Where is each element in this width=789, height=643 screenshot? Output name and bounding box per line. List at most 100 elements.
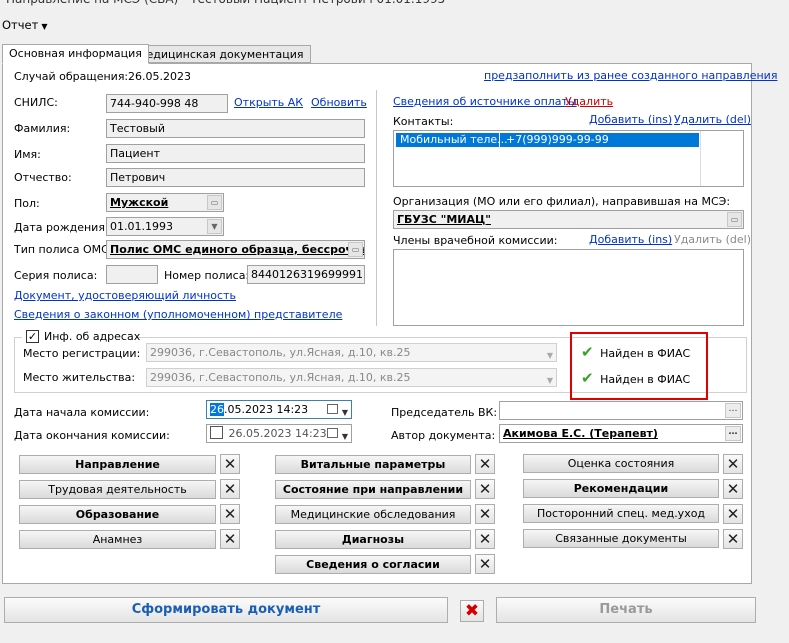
id-document-link[interactable]: Документ, удостоверяющий личность: [14, 289, 236, 302]
surname-label: Фамилия:: [14, 122, 71, 135]
section-button-assessment[interactable]: Оценка состояния: [523, 454, 719, 473]
section-button-condition[interactable]: Состояние при направлении: [275, 480, 471, 499]
dropdown-icon[interactable]: ▭: [348, 242, 363, 257]
representative-link[interactable]: Сведения о законном (уполномоченном) пре…: [14, 308, 342, 321]
refresh-link[interactable]: Обновить: [311, 96, 367, 109]
close-icon[interactable]: ✕: [723, 454, 743, 474]
list-item[interactable]: Мобильный теле... +7(999)999-99-99: [396, 133, 699, 147]
section-button-related-docs[interactable]: Связанные документы: [523, 529, 719, 548]
residence-value: 299036, г.Севастополь, ул.Ясная, д.10, к…: [150, 371, 411, 384]
dropdown-icon[interactable]: ▭: [727, 212, 742, 227]
residence-label: Место жительства:: [23, 371, 136, 384]
close-icon[interactable]: ✕: [475, 479, 495, 499]
patronymic-field[interactable]: Петрович: [106, 168, 365, 187]
policy-series-field[interactable]: [106, 265, 158, 284]
section-button-diagnoses[interactable]: Диагнозы: [275, 530, 471, 549]
policy-type-select[interactable]: Полис ОМС единого образца, бессрочны ▭: [106, 240, 365, 259]
chevron-down-icon[interactable]: ▼: [547, 348, 553, 361]
fias-status-text: Найден в ФИАС: [600, 347, 691, 360]
calendar-icon[interactable]: [327, 428, 338, 438]
start-date-rest: .05.2023 14:23: [224, 403, 309, 416]
close-icon[interactable]: ✕: [475, 504, 495, 524]
payment-source-link[interactable]: Сведения об источнике оплаты: [393, 95, 577, 108]
tab-medical-docs[interactable]: Медицинская документация: [130, 45, 311, 63]
start-date-field[interactable]: 26.05.2023 14:23 ▼: [206, 400, 352, 419]
prefill-link[interactable]: предзаполнить из ранее созданного направ…: [484, 69, 777, 82]
tab-main-info[interactable]: Основная информация: [2, 44, 149, 64]
generate-document-button[interactable]: Сформировать документ: [4, 597, 448, 623]
section-button-consent[interactable]: Сведения о согласии: [275, 555, 471, 574]
registration-value: 299036, г.Севастополь, ул.Ясная, д.10, к…: [150, 346, 411, 359]
close-icon[interactable]: ✕: [723, 529, 743, 549]
main-panel: Случай обращения: 26.05.2023 предзаполни…: [2, 63, 777, 584]
contacts-label: Контакты:: [393, 115, 454, 128]
checkbox-icon[interactable]: [210, 426, 223, 439]
close-icon[interactable]: ✕: [220, 454, 240, 474]
menu-report[interactable]: Отчет ▼: [0, 18, 47, 36]
contacts-list[interactable]: Мобильный теле... +7(999)999-99-99: [393, 130, 744, 187]
close-icon[interactable]: ✕: [220, 479, 240, 499]
registration-field[interactable]: 299036, г.Севастополь, ул.Ясная, д.10, к…: [146, 343, 557, 362]
chevron-down-icon[interactable]: ▼: [342, 405, 348, 420]
print-button[interactable]: Печать: [496, 597, 756, 623]
section-button-employment[interactable]: Трудовая деятельность: [19, 480, 216, 499]
policy-number-field[interactable]: 8440126319699991: [247, 265, 365, 284]
start-date-day: 26: [210, 403, 224, 416]
policy-type-label: Тип полиса ОМС:: [14, 243, 113, 256]
column-separator: [700, 131, 701, 186]
section-button-examinations[interactable]: Медицинские обследования: [275, 505, 471, 524]
snils-field[interactable]: 744-940-998 48: [106, 94, 228, 113]
close-icon[interactable]: ✕: [723, 504, 743, 524]
chevron-down-icon[interactable]: ▼: [207, 219, 222, 234]
surname-field[interactable]: Тестовый: [106, 119, 365, 138]
commission-add-link[interactable]: Добавить (ins): [589, 233, 672, 246]
policy-number-label: Номер полиса:: [164, 269, 250, 282]
name-field[interactable]: Пациент: [106, 144, 365, 163]
payment-delete-link[interactable]: Удалить: [565, 95, 613, 108]
contacts-add-link[interactable]: Добавить (ins): [589, 113, 672, 126]
close-icon[interactable]: ✕: [475, 554, 495, 574]
dropdown-icon[interactable]: ▭: [207, 195, 222, 210]
delete-icon[interactable]: ✖: [460, 600, 484, 622]
more-icon[interactable]: …: [725, 403, 741, 418]
section-button-anamnesis[interactable]: Анамнез: [19, 530, 216, 549]
residence-field[interactable]: 299036, г.Севастополь, ул.Ясная, д.10, к…: [146, 368, 557, 387]
dob-label: Дата рождения:: [14, 221, 109, 234]
more-icon[interactable]: …: [725, 426, 741, 441]
commission-delete-link[interactable]: Удалить (del): [674, 233, 751, 246]
fias-status-registration: ✔ Найден в ФИАС: [581, 343, 690, 361]
commission-list[interactable]: [393, 249, 744, 326]
organization-select[interactable]: ГБУЗС "МИАЦ" ▭: [393, 210, 744, 229]
calendar-icon[interactable]: [327, 404, 338, 414]
checkmark-icon: ✔: [581, 343, 594, 361]
checkbox-icon[interactable]: ✓: [26, 330, 39, 343]
section-button-education[interactable]: Образование: [19, 505, 216, 524]
case-date: 26.05.2023: [128, 70, 191, 83]
section-button-direction[interactable]: Направление: [19, 455, 216, 474]
end-date-field[interactable]: 26.05.2023 14:23 ▼: [206, 424, 352, 443]
author-field[interactable]: Акимова Е.С. (Терапевт)…: [499, 424, 743, 443]
case-label: Случай обращения:: [14, 70, 129, 83]
chair-field[interactable]: …: [499, 401, 743, 420]
snils-label: СНИЛС:: [14, 96, 58, 109]
close-icon[interactable]: ✕: [723, 479, 743, 499]
section-button-recommendations[interactable]: Рекомендации: [523, 479, 719, 498]
open-ak-link[interactable]: Открыть АК: [234, 96, 303, 109]
dob-value: 01.01.1993: [110, 220, 173, 233]
section-button-outside-care[interactable]: Посторонний спец. мед.уход: [523, 504, 719, 523]
section-button-vitals[interactable]: Витальные параметры: [275, 455, 471, 474]
tab-medical-docs-label: Медицинская документация: [137, 48, 304, 61]
dob-field[interactable]: 01.01.1993 ▼: [106, 217, 224, 236]
chevron-down-icon[interactable]: ▼: [547, 373, 553, 386]
close-icon[interactable]: ✕: [220, 529, 240, 549]
close-icon[interactable]: ✕: [475, 454, 495, 474]
fias-status-text: Найден в ФИАС: [600, 373, 691, 386]
organization-value: ГБУЗС "МИАЦ": [397, 213, 491, 226]
chevron-down-icon[interactable]: ▼: [342, 429, 348, 444]
close-icon[interactable]: ✕: [475, 529, 495, 549]
close-icon[interactable]: ✕: [220, 504, 240, 524]
contacts-delete-link[interactable]: Удалить (del): [674, 113, 751, 126]
start-date-label: Дата начала комиссии:: [14, 406, 150, 419]
author-label: Автор документа:: [391, 429, 496, 442]
sex-select[interactable]: Мужской ▭: [106, 193, 224, 212]
